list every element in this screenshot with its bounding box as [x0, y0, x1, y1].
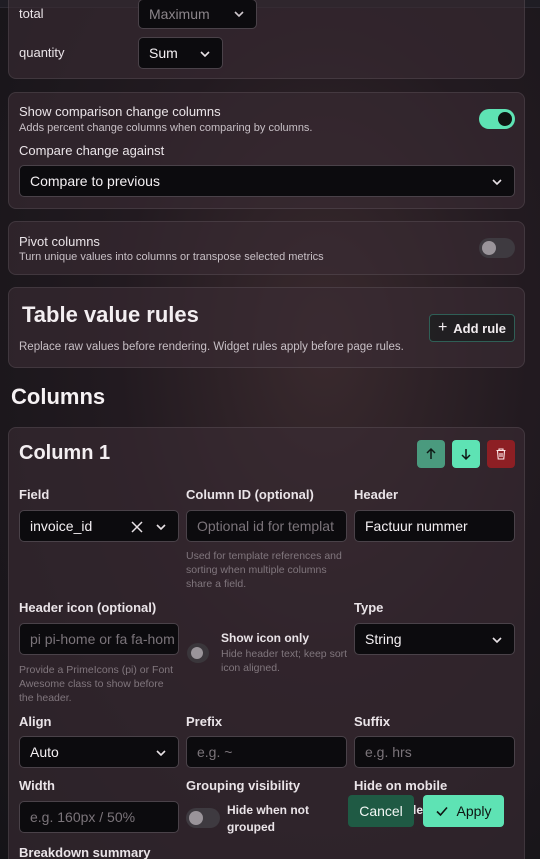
width-input[interactable]: e.g. 160px / 50%: [19, 801, 179, 833]
column-id-placeholder: Optional id for templat: [197, 518, 334, 534]
arrow-down-icon: [461, 449, 471, 461]
cancel-label: Cancel: [359, 803, 403, 819]
chevron-down-icon: [156, 750, 166, 757]
header-icon-placeholder: pi pi-home or fa fa-hom: [30, 631, 175, 647]
grouping-toggle-label: Hide when not grouped: [227, 803, 309, 834]
field-select[interactable]: invoice_id: [19, 510, 179, 542]
pivot-title: Pivot columns: [19, 234, 100, 249]
arrow-up-icon: [426, 447, 436, 459]
breakdown-label: Breakdown summary: [19, 845, 151, 859]
compare-against-select[interactable]: Compare to previous: [19, 165, 515, 197]
toggle-knob: [498, 112, 512, 126]
value-rules-title: Table value rules: [22, 302, 199, 327]
clear-icon[interactable]: [131, 521, 143, 533]
column-id-hint: Used for template references and sorting…: [186, 550, 342, 590]
compare-against-label: Compare change against: [19, 143, 165, 158]
hide-mobile-label: Hide on mobile: [354, 778, 448, 793]
header-value: Factuur nummer: [365, 518, 468, 534]
total-aggregation-value: Maximum: [149, 6, 210, 22]
pivot-card: Pivot columns Turn unique values into co…: [8, 221, 525, 275]
prefix-placeholder: e.g. ~: [197, 744, 233, 760]
quantity-aggregation-select[interactable]: Sum: [138, 37, 223, 69]
show-icon-only-hint: Hide header text; keep sort icon aligned…: [221, 648, 348, 674]
aggregation-card: total Maximum quantity Sum: [8, 0, 525, 79]
header-icon-hint: Provide a PrimeIcons (pi) or Font Awesom…: [19, 664, 174, 704]
show-icon-only-label: Show icon only: [221, 631, 310, 645]
column-title: Column 1: [19, 442, 111, 464]
value-rules-card: Table value rules Replace raw values bef…: [8, 287, 525, 368]
trash-icon: [496, 448, 506, 460]
type-value: String: [365, 631, 402, 647]
value-rules-description: Replace raw values before rendering. Wid…: [19, 341, 404, 353]
chevron-down-icon: [156, 524, 166, 531]
delete-column-button[interactable]: [487, 440, 515, 468]
prefix-label: Prefix: [186, 714, 223, 729]
type-select[interactable]: String: [354, 623, 515, 655]
suffix-placeholder: e.g. hrs: [365, 744, 412, 760]
chevron-down-icon: [492, 637, 502, 644]
chevron-down-icon: [492, 179, 502, 186]
chevron-down-icon: [234, 11, 244, 18]
quantity-label: quantity: [19, 45, 65, 60]
show-icon-only-toggle[interactable]: [187, 643, 209, 663]
apply-button[interactable]: Apply: [423, 795, 504, 827]
width-label: Width: [19, 778, 55, 793]
columns-heading: Columns: [11, 384, 106, 409]
check-icon: [436, 806, 449, 817]
prefix-input[interactable]: e.g. ~: [186, 736, 347, 768]
total-label: total: [19, 6, 44, 21]
compare-against-value: Compare to previous: [30, 173, 160, 189]
pivot-description: Turn unique values into columns or trans…: [19, 251, 324, 263]
align-select[interactable]: Auto: [19, 736, 179, 768]
column-id-label: Column ID (optional): [186, 487, 314, 502]
plus-icon: +: [437, 319, 448, 336]
comparison-card: Show comparison change columns Adds perc…: [8, 92, 525, 209]
align-label: Align: [19, 714, 52, 729]
header-label: Header: [354, 487, 399, 502]
type-label: Type: [354, 600, 384, 615]
toggle-knob: [482, 241, 496, 255]
align-value: Auto: [30, 744, 59, 760]
width-placeholder: e.g. 160px / 50%: [30, 809, 136, 825]
toggle-knob: [191, 647, 203, 659]
hide-mobile-partial-label: le: [413, 803, 424, 817]
add-rule-label: Add rule: [453, 320, 507, 336]
header-input[interactable]: Factuur nummer: [354, 510, 515, 542]
column-id-input[interactable]: Optional id for templat: [186, 510, 347, 542]
suffix-label: Suffix: [354, 714, 391, 729]
pivot-toggle[interactable]: [479, 238, 515, 258]
comparison-title: Show comparison change columns: [19, 104, 221, 119]
comparison-toggle[interactable]: [479, 109, 515, 129]
move-up-button[interactable]: [417, 440, 445, 468]
total-aggregation-select[interactable]: Maximum: [138, 0, 257, 29]
add-rule-button[interactable]: + Add rule: [429, 314, 515, 342]
apply-label: Apply: [456, 803, 492, 819]
toggle-knob: [189, 811, 203, 825]
chevron-down-icon: [200, 51, 210, 58]
header-icon-input[interactable]: pi pi-home or fa fa-hom: [19, 623, 179, 655]
comparison-description: Adds percent change columns when compari…: [19, 122, 313, 134]
suffix-input[interactable]: e.g. hrs: [354, 736, 515, 768]
move-down-button[interactable]: [452, 440, 480, 468]
header-icon-label: Header icon (optional): [19, 600, 157, 615]
grouping-toggle[interactable]: [186, 808, 220, 828]
quantity-aggregation-value: Sum: [149, 45, 178, 61]
cancel-button[interactable]: Cancel: [348, 795, 414, 827]
field-value: invoice_id: [30, 518, 93, 534]
grouping-label: Grouping visibility: [186, 778, 301, 793]
field-label: Field: [19, 487, 50, 502]
